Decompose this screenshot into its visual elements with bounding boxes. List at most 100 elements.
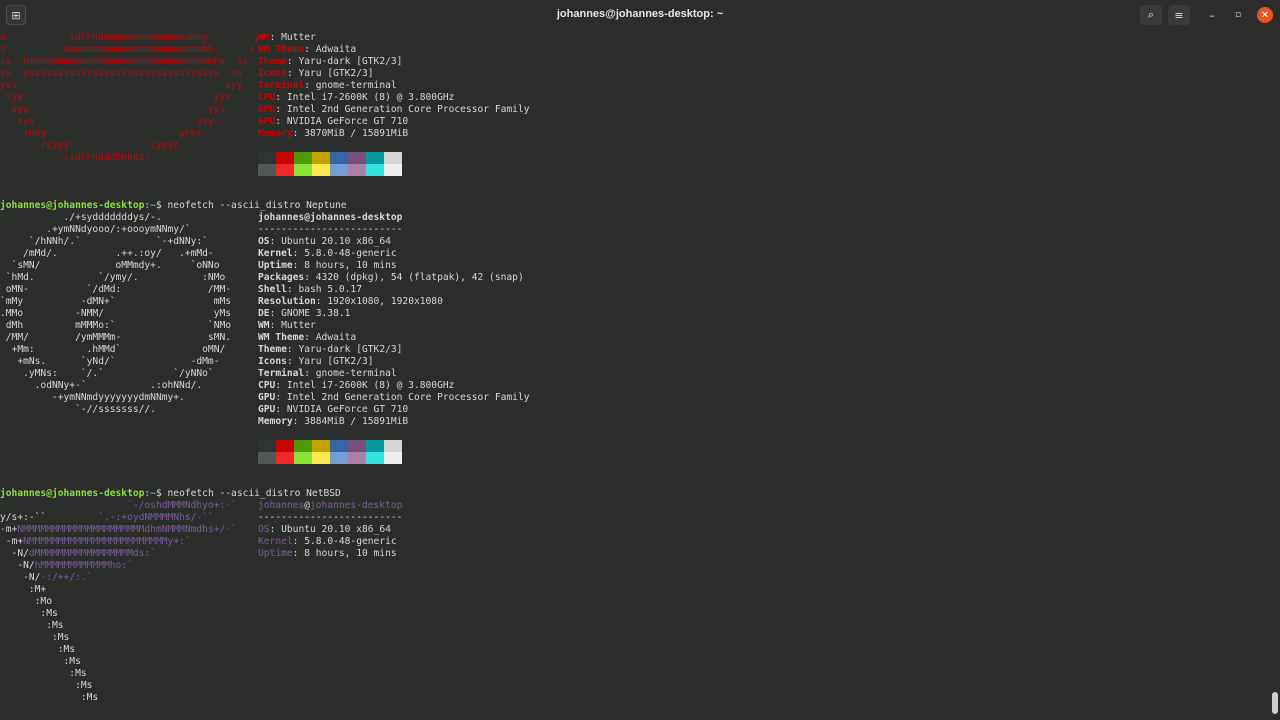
separator: ------------------------- [258, 512, 403, 523]
ascii-art-text: +mNs. `yNd/` -dMm- [0, 356, 220, 367]
ascii-art-line: .:sdhhhdddhhhds:. [0, 152, 156, 164]
ascii-art-line: /MM/ /ymMMMm- sMN. [0, 332, 231, 344]
info-colon: : [269, 236, 282, 247]
ascii-art-text: .MMo -NMM/ yMs [0, 308, 232, 319]
info-colon: : [315, 296, 328, 307]
info-line: Terminal: gnome-terminal [258, 368, 397, 380]
maximize-icon[interactable]: ▫ [1229, 5, 1247, 25]
ascii-art-line: -N/hMMMMMMMMMMMMho:` [0, 560, 133, 572]
ascii-art-lead: -N/ [0, 572, 41, 583]
color-palette [258, 152, 402, 176]
ascii-art-line: :M+ [0, 584, 46, 596]
close-icon[interactable]: ✕ [1257, 7, 1273, 23]
info-line: Shell: bash 5.0.17 [258, 284, 362, 296]
ascii-art-line: `/hNNh/.` `-+dNNy:` [0, 236, 208, 248]
info-value: Adwaita [315, 332, 357, 343]
search-icon[interactable]: ⌕ [1140, 5, 1162, 25]
info-key: OS [258, 236, 270, 247]
info-line: GPU: NVIDIA GeForce GT 710 [258, 116, 408, 128]
info-line: WM Theme: Adwaita [258, 44, 356, 56]
info-colon: : [286, 284, 299, 295]
ascii-art-text: ss hmmmmmmmmmmmmmmmmmmmmmmmmmmmmmmmmhs s… [0, 56, 249, 67]
scrollbar[interactable] [1272, 692, 1278, 714]
palette-swatch [294, 164, 312, 176]
prompt-line: johannes@johannes-desktop:~$ neofetch --… [0, 200, 347, 212]
info-key: WM Theme [258, 332, 305, 343]
info-value: Intel i7-2600K (8) @ 3.800GHz [286, 92, 455, 103]
info-colon: : [275, 380, 287, 391]
info-colon: : [286, 344, 299, 355]
info-colon: : [292, 248, 305, 259]
color-palette [258, 440, 402, 464]
ascii-art-line: ./+sydddddddys/-. [0, 212, 162, 224]
palette-swatch [348, 440, 366, 452]
separator: ------------------------- [258, 224, 403, 235]
ascii-art-line: .+ymNNdyooo/:+oooymNNmy/` [0, 224, 190, 236]
hamburger-menu-icon[interactable]: ≡ [1168, 5, 1190, 25]
ascii-art-lead: :Ms [0, 656, 81, 667]
ascii-art-line: `hMd. `/ymy/. :NMo [0, 272, 226, 284]
info-value: Adwaita [315, 44, 357, 55]
minimize-icon[interactable]: – [1202, 5, 1222, 25]
ascii-art-text: ./+sydddddddys/-. [0, 212, 162, 223]
palette-swatch [384, 152, 402, 164]
palette-swatch [276, 440, 294, 452]
ascii-art-line: -N/dMMMMMMMMMMMMMMMMMds:` [0, 548, 156, 560]
ascii-art-tail: NMMMMMMMMMMMMMMMMMMMMMMMMy+:` [23, 536, 191, 547]
info-colon: : [292, 128, 305, 139]
ascii-art-lead: -m+ [0, 536, 24, 547]
ascii-art-text: sys ysy [0, 116, 214, 127]
ascii-art-line: +mNs. `yNd/` -dMm- [0, 356, 220, 368]
info-value: Intel i7-2600K (8) @ 3.800GHz [286, 380, 455, 391]
info-colon: : [304, 80, 316, 91]
ascii-art-lead: -N/ [0, 548, 29, 559]
command-text: neofetch --ascii_distro Neptune [161, 200, 347, 211]
ascii-art-line: oMN- `/dMd: /MM- [0, 284, 231, 296]
ascii-art-line: .MMo -NMM/ yMs [0, 308, 231, 320]
ascii-art-text: .odNNy+-` .:ohNNd/. [0, 380, 203, 391]
ascii-art-line: sys ysy [0, 116, 214, 128]
info-key: Memory [258, 128, 293, 139]
info-line: Resolution: 1920x1080, 1920x1080 [258, 296, 443, 308]
ascii-art-text: /MM/ /ymMMMm- sMN. [0, 332, 232, 343]
ascii-art-text: +Mm: .hMMd` oMN/ [0, 344, 226, 355]
info-colon: : [292, 536, 305, 547]
info-value: Intel 2nd Generation Core Processor Fami… [286, 392, 530, 403]
palette-swatch [312, 452, 330, 464]
ascii-art-line: -m+NMMMMMMMMMMMMMMMMMMMMMMMMy+:` [0, 536, 191, 548]
info-line: Memory: 3870MiB / 15891MiB [258, 128, 408, 140]
info-line: WM: Mutter [258, 32, 316, 44]
terminal-output[interactable]: o sdhhhdmmmmmmmmmmmmmmdmmy ys .dmmmmmmmm… [0, 30, 1280, 720]
ascii-art-line: :Ms [0, 692, 98, 704]
info-line: Icons: Yaru [GTK2/3] [258, 68, 374, 80]
ascii-art-line: `sMN/ oMMmdy+. `oNNo [0, 260, 220, 272]
info-line: Uptime: 8 hours, 10 mins [258, 260, 397, 272]
info-line: Kernel: 5.8.0-48-generic [258, 536, 397, 548]
title-bar: ⊞ johannes@johannes-desktop: ~ ⌕ ≡ – ▫ ✕ [0, 0, 1280, 30]
ascii-art-line: +hhy yhh+ [0, 128, 202, 140]
palette-swatch [312, 152, 330, 164]
ascii-art-line: :Ms [0, 680, 92, 692]
info-line: CPU: Intel i7-2600K (8) @ 3.800GHz [258, 92, 454, 104]
host-user: johannes [258, 500, 305, 511]
ascii-art-line: :Mo [0, 596, 52, 608]
info-value: 3870MiB / 15891MiB [304, 128, 409, 139]
ascii-art-text: `hMd. `/ymy/. :NMo [0, 272, 226, 283]
palette-swatch [384, 164, 402, 176]
ascii-art-lead: :Ms [0, 680, 93, 691]
ascii-art-lead: :Ms [0, 668, 87, 679]
ascii-art-line: -m+NMMMMMMMMMMMMMMMMMMMMMdhmNMMMNmdhs+/-… [0, 524, 237, 536]
palette-swatch [294, 452, 312, 464]
ascii-art-line: :Ms [0, 644, 75, 656]
info-value: gnome-terminal [315, 80, 397, 91]
ascii-art-text: `/hNNh/.` `-+dNNy:` [0, 236, 208, 247]
info-value: Ubuntu 20.10 x86_64 [281, 236, 391, 247]
info-colon: : [286, 356, 299, 367]
ascii-art-line: ss hmmmmmmmmmmmmmmmmmmmmmmmmmmmmmmmmhs s… [0, 56, 248, 68]
info-key: Kernel [258, 536, 293, 547]
info-value: 5.8.0-48-generic [304, 536, 397, 547]
ascii-art-lead: :Ms [0, 644, 76, 655]
info-colon: : [292, 416, 305, 427]
ascii-art-line: s .dmmmmmmmmmmmmmmmmmmmmmmmmh. s [0, 44, 254, 56]
info-value: Ubuntu 20.10 x86_64 [281, 524, 391, 535]
